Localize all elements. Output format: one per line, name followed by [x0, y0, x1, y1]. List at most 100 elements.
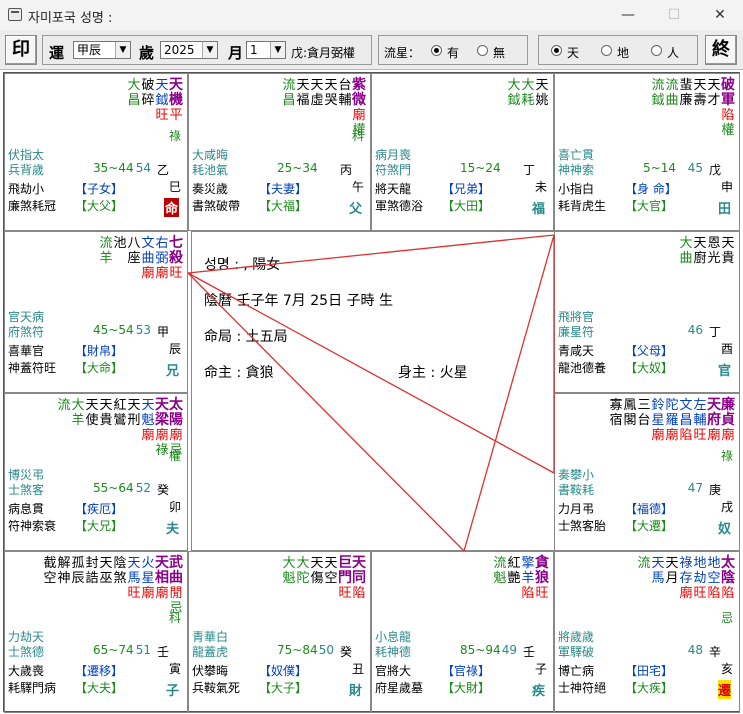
maximize-button[interactable]: ☐	[651, 0, 697, 30]
star-char: 閣	[623, 413, 637, 428]
star-char: 大	[282, 556, 296, 571]
print-button[interactable]: 印	[5, 35, 37, 65]
star-char: 天	[85, 398, 99, 413]
radio-wu[interactable]	[477, 45, 488, 56]
shensha-line-2: 龍蓋虎	[192, 645, 229, 659]
shensha-line-2: 士煞客	[8, 483, 45, 497]
star-char: 天	[169, 77, 183, 93]
star-column: 左輔旺	[693, 398, 707, 443]
palace-you[interactable]: 天貴恩光天廚大曲飛將官 廉星符 青咸天 龍池德養 46 丁酉【父母】 【大奴】官	[554, 231, 740, 393]
palace-wu[interactable]: 紫微廟權台輔天哭天虛天福流昌科大咸晦 耗池氣 奏災歲 書煞破帶 25~34 丙午【夫妻】【…	[188, 73, 371, 231]
star-char: 艷	[507, 571, 521, 586]
palace-si[interactable]: 天機平天鉞旺破碎大昌祿伏指太 兵背歲 飛劫小 廉煞耗冠 35~44 54 乙巳【子女】 【大父…	[4, 73, 188, 231]
stem-char: 辛	[708, 645, 721, 659]
star-char: 廟	[721, 428, 735, 443]
end-button[interactable]: 終	[705, 35, 737, 65]
star-char: 流	[493, 556, 507, 571]
star-char: 羊	[521, 571, 535, 586]
shensha-line-2: 兵背歲	[8, 163, 45, 177]
palace-name: 【疾厄】	[75, 502, 124, 516]
star-column: 大羊	[71, 398, 85, 458]
palace-xu[interactable]: 廉貞廟天府廟左輔旺文昌陷陀羅廟鈴星廟三台鳳閣寡宿祿奏攀小 書鞍耗 力月弔 士煞客胎 47…	[554, 393, 740, 551]
star-char: 封	[85, 556, 99, 571]
star-char: 哭	[324, 93, 338, 108]
radio-you[interactable]	[431, 45, 442, 56]
palace-mao[interactable]: 太陽廟忌天梁廟祿天魁廟天刑紅鸞天貴天使大羊流權博災弔 士煞客 病息貫 符神索衰 55~6…	[4, 393, 188, 551]
star-column: 三台	[637, 398, 651, 443]
palace-zi[interactable]: 貪狼旺擎羊陷紅艷流魁小息龍 耗神德 官將大 府星歲墓 85~94 49 壬子【官祿】 【大財】…	[371, 551, 554, 713]
star-list: 貪狼旺擎羊陷紅艷流魁	[493, 556, 549, 602]
star-char: 天	[651, 556, 665, 571]
age-value: 45	[687, 161, 703, 175]
radio-tian[interactable]	[551, 45, 562, 56]
ming-marker: 遷	[717, 680, 731, 699]
palace-shen[interactable]: 破軍陷權天才天壽蜚廉流曲流鉞喜亡貫 神神索 小指白 耗背虎生 5~14 45 戊申【身 命】…	[554, 73, 740, 231]
yun-select[interactable]: 甲辰 ▼	[73, 41, 131, 59]
star-column: 天魁廟	[141, 398, 155, 458]
star-list: 天機平天鉞旺破碎大昌	[127, 77, 183, 124]
star-char: 天	[310, 78, 324, 93]
stem-char: 乙	[156, 163, 169, 177]
branch-char: 卯	[168, 500, 181, 514]
palace-chen[interactable]: 七殺旺右弼廟文曲廟八座池流羊官天病 府煞符 喜華官 神蓋符旺 45~54 53 甲辰【財帛】…	[4, 231, 188, 393]
star-char: 神	[57, 571, 71, 586]
star-column: 封誥	[85, 556, 99, 616]
star-list: 天姚大耗大鉞	[507, 78, 549, 108]
app-icon	[8, 8, 22, 21]
palace-yin[interactable]: 武曲閒忌天相廟火星廟天馬旺陰煞天巫封誥孤辰解神截空科力劫天 士煞德 大歲喪 耗驛門病 6…	[4, 551, 188, 713]
star-column: 天貴	[99, 398, 113, 458]
star-char: 狼	[535, 570, 549, 586]
star-list: 天同陷巨門旺天空天傷大陀大魁	[282, 555, 366, 602]
star-column: 解神	[57, 556, 71, 616]
shensha-line-2: 神神索	[558, 163, 595, 177]
shensha-line-4: 士煞客胎	[558, 519, 607, 533]
star-char: 天	[352, 555, 366, 571]
star-char: 天	[310, 556, 324, 571]
minimize-button[interactable]: —	[605, 0, 651, 30]
shensha-line-4: 神蓋符旺	[8, 361, 57, 375]
stem-char: 甲	[156, 325, 169, 339]
ming-marker: 田	[717, 202, 731, 217]
radio-di[interactable]	[601, 45, 612, 56]
star-char: 破	[141, 78, 155, 93]
star-column: 巨門旺	[338, 556, 352, 602]
star-char: 軍	[721, 92, 735, 108]
star-char: 廟	[155, 428, 169, 443]
star-char: 旺	[693, 586, 707, 601]
star-char: 文	[679, 398, 693, 413]
palace-hai[interactable]: 太陰陷地空陷地劫旺祿存廟天月天馬流忌將歲歲 軍驛破 博亡病 士神符絕 48 辛亥【田宅】【…	[554, 551, 740, 713]
star-char: 流	[651, 78, 665, 93]
sui-select[interactable]: 2025 ▼	[160, 41, 218, 59]
star-column: 天月	[665, 556, 679, 601]
shensha-line-3: 飛劫小	[8, 182, 45, 196]
star-char: 紅	[507, 556, 521, 571]
star-char: 池	[113, 236, 127, 251]
radio-di-label: 地	[617, 46, 630, 60]
star-char: 馬	[127, 571, 141, 586]
star-column: 天同陷	[352, 555, 366, 602]
palace-chou[interactable]: 天同陷巨門旺天空天傷大陀大魁青華白 龍蓋虎 伏攀晦 兵鞍氣死 75~84 50 癸丑【奴僕】…	[188, 551, 371, 713]
da-palace-name: 【大財】	[442, 681, 491, 695]
da-palace-name: 【大疾】	[625, 681, 674, 695]
star-column: 天傷	[310, 556, 324, 601]
luck-range: 65~74	[93, 643, 134, 657]
star-column: 大曲	[679, 236, 693, 266]
radio-ren[interactable]	[651, 45, 662, 56]
chart-board: 太陰陷地空陷地劫旺祿存廟天月天馬流忌將歲歲 軍驛破 博亡病 士神符絕 48 辛亥【田宅】【…	[3, 72, 740, 713]
star-column: 大昌	[127, 78, 141, 123]
lunar-line: 陰曆 壬子年 7月 25日 子時 生	[204, 293, 393, 309]
star-column: 破軍陷權	[721, 78, 735, 139]
palace-name: 【遷移】	[75, 664, 124, 678]
da-palace-name: 【大父】	[75, 199, 124, 213]
star-column: 祿存廟	[679, 556, 693, 601]
yue-select[interactable]: 1 ▼	[246, 41, 286, 59]
close-button[interactable]: ✕	[697, 0, 743, 30]
star-char: 太	[721, 555, 735, 571]
shensha-line-3: 力月弔	[558, 502, 595, 516]
star-char: 鉞	[507, 93, 521, 108]
palace-wei[interactable]: 天姚大耗大鉞病月喪 符煞門 將天龍 軍煞德浴 15~24 丁未【兄弟】 【大田】福	[371, 73, 554, 231]
name-line: 성명 : , 陽女	[204, 257, 281, 273]
star-char: 貴	[99, 413, 113, 428]
star-char: 馬	[651, 571, 665, 586]
star-char: 天	[296, 78, 310, 93]
